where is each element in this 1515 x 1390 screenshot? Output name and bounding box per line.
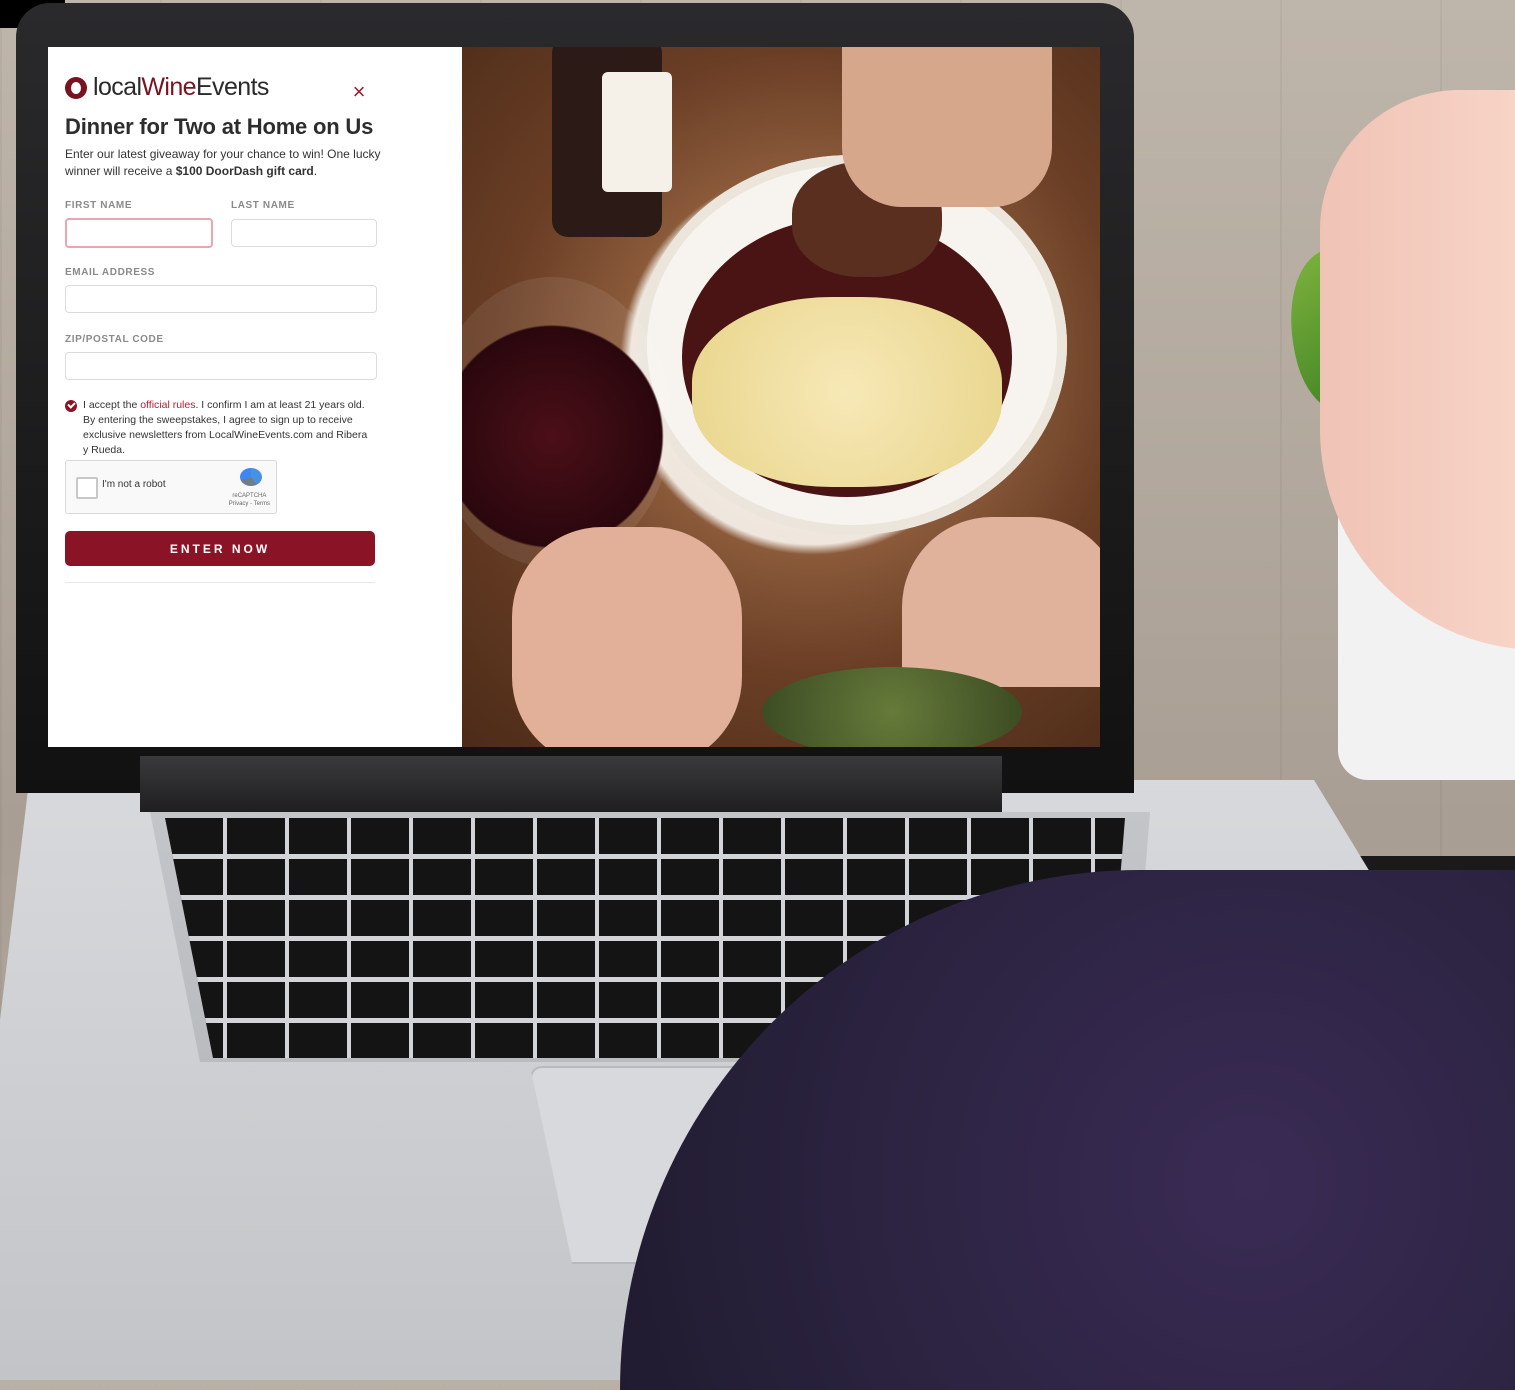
- recaptcha-icon: [240, 468, 262, 486]
- laptop-hinge: [140, 756, 1002, 812]
- modal-title: Dinner for Two at Home on Us: [65, 114, 374, 139]
- form-divider: [65, 582, 375, 583]
- giveaway-modal: localWineEvents × Dinner for Two at Home…: [48, 47, 462, 747]
- check-circle-icon[interactable]: [65, 400, 77, 412]
- logo-wordmark: localWineEvents: [93, 73, 269, 102]
- logo-wine: Wine: [141, 73, 196, 101]
- consent-text: I accept the official rules. I confirm I…: [83, 398, 370, 458]
- first-name-field[interactable]: [65, 218, 213, 248]
- recaptcha-links[interactable]: Privacy - Terms: [229, 500, 270, 508]
- recaptcha-widget: I'm not a robot reCAPTCHA Privacy - Term…: [65, 460, 277, 514]
- zip-field[interactable]: [65, 352, 377, 380]
- last-name-field[interactable]: [231, 219, 377, 247]
- official-rules-link[interactable]: official rules: [140, 399, 195, 411]
- recaptcha-label: I'm not a robot: [102, 479, 166, 490]
- dinner-photo: [462, 47, 1100, 747]
- first-name-label: FIRST NAME: [65, 200, 133, 211]
- description-end: .: [313, 164, 318, 178]
- laptop-screen: localWineEvents × Dinner for Two at Home…: [48, 47, 1100, 747]
- close-icon[interactable]: ×: [347, 80, 371, 104]
- recaptcha-checkbox[interactable]: [76, 477, 98, 499]
- pouring-hand: [842, 47, 1052, 207]
- last-name-label: LAST NAME: [231, 200, 295, 211]
- enter-now-button[interactable]: ENTER NOW: [65, 531, 375, 566]
- prize-highlight: $100 DoorDash gift card: [175, 164, 314, 178]
- glass-hand: [512, 527, 742, 747]
- consent-prefix: I accept the: [83, 399, 141, 411]
- email-field[interactable]: [65, 285, 377, 313]
- logo-suffix: Events: [195, 73, 269, 101]
- recaptcha-brand: reCAPTCHA: [232, 493, 267, 499]
- zip-label: ZIP/POSTAL CODE: [65, 334, 164, 345]
- recaptcha-footer: reCAPTCHA Privacy - Terms: [229, 492, 270, 508]
- ravioli: [692, 297, 1002, 487]
- table-hand: [902, 517, 1100, 687]
- herbs: [762, 667, 1022, 747]
- logo-prefix: local: [93, 73, 142, 101]
- brand-logo: localWineEvents: [65, 73, 269, 102]
- email-label: EMAIL ADDRESS: [65, 267, 156, 278]
- bottle-label: [602, 72, 672, 192]
- logo-icon: [65, 76, 87, 99]
- consent-row: I accept the official rules. I confirm I…: [65, 398, 370, 458]
- modal-description: Enter our latest giveaway for your chanc…: [65, 146, 385, 180]
